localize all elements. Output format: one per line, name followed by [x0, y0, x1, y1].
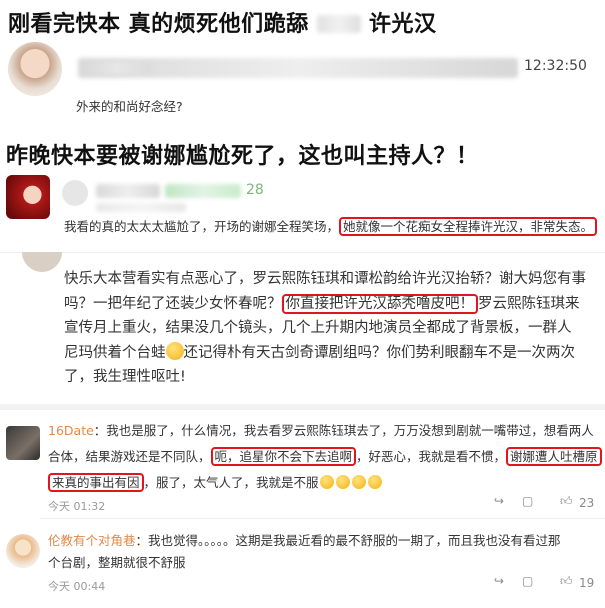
- blurred-name: [316, 15, 361, 33]
- thumbs-up-icon[interactable]: 👍︎: [560, 494, 573, 509]
- post-line: 宣传月上重火，结果没几个镜头，几个上升期内地演员全都成了背景板，一群人: [64, 320, 572, 336]
- highlight-box: 谢娜遭人吐槽原: [506, 447, 602, 466]
- thumbs-up-icon[interactable]: 👍︎: [560, 574, 573, 589]
- post-line: 尼玛供着个台蛙 还记得朴有天古剑奇谭剧组吗？你们势利眼翻车不是一次两次: [64, 341, 600, 366]
- comment-1-body: 16Date：我也是服了，什么情况，我去看罗云熙陈钰琪去了，万万没想到剧就一嘴带…: [48, 420, 602, 494]
- emoji-icon: [367, 475, 382, 489]
- emoji-icon: [335, 475, 350, 489]
- reply-icon[interactable]: ▢: [522, 494, 533, 508]
- post-line: 吗？一把年纪了还装少女怀春呢？ 你直接把许光汉舔秃噜皮吧！ 罗云熙陈钰琪来: [64, 293, 580, 314]
- username-link[interactable]: 伦教有个对角巷: [48, 533, 136, 548]
- comment-line: 合体，结果游戏还是不同队， 呃，追星你不会下去追啊 ，好恶心，我就是看不惯， 谢娜遭人…: [48, 446, 602, 468]
- emoji-icon: [351, 475, 366, 489]
- emoji-icon: [319, 475, 334, 489]
- avatar[interactable]: [22, 252, 62, 272]
- timestamp: 12:32:50: [524, 58, 587, 74]
- post-body: 快乐大本营看实有点恶心了，罗云熙陈钰琪和谭松韵给许光汉抬轿？谢大妈您有事 吗？一…: [64, 267, 600, 390]
- divider: [0, 252, 605, 253]
- blurred-meta: [82, 62, 152, 74]
- share-icon[interactable]: ↪: [494, 494, 504, 508]
- comment-2-text: 我看的真的太太太尴尬了，开场的谢娜全程笑场，: [64, 219, 340, 234]
- comment-2-body: 伦教有个对角巷：我也觉得。。。。。这期是我最近看的最不舒服的一期了，而且我也没有…: [48, 530, 600, 574]
- headline-2: 昨晚快本要被谢娜尴尬死了，这也叫主持人？！: [6, 144, 479, 169]
- headline-1-part2: 许光汉: [369, 12, 437, 37]
- comment-line: 来真的事出有因 ，服了，太气人了，我就是不服: [48, 472, 600, 494]
- avatar[interactable]: [6, 175, 50, 219]
- blurred-tag: [165, 184, 241, 198]
- like-count: 23: [579, 496, 595, 510]
- avatar[interactable]: [62, 180, 88, 206]
- count-label: 28: [246, 182, 264, 198]
- like-count: 19: [579, 576, 595, 590]
- emoji-icon: [165, 341, 184, 360]
- highlight-box: 你直接把许光汉舔秃噜皮吧！: [281, 293, 478, 314]
- headline-1-part1: 刚看完快本 真的烦死他们跪舔: [8, 12, 309, 37]
- headline-1: 刚看完快本 真的烦死他们跪舔 许光汉: [8, 6, 437, 38]
- post-line: 了，我生理性呕吐!: [64, 369, 186, 385]
- comment-1: 外来的和尚好念经?: [76, 99, 183, 114]
- comment-line: 伦教有个对角巷：我也觉得。。。。。这期是我最近看的最不舒服的一期了，而且我也没有…: [48, 533, 561, 548]
- post-line: 快乐大本营看实有点恶心了，罗云熙陈钰琪和谭松韵给许光汉抬轿？谢大妈您有事: [64, 271, 586, 287]
- comment-time: 今天 00:44: [48, 580, 106, 593]
- divider: [40, 518, 605, 519]
- reply-icon[interactable]: ▢: [522, 574, 533, 588]
- highlight-box: 来真的事出有因: [48, 473, 144, 492]
- username-link[interactable]: 16Date: [48, 423, 94, 438]
- comment-2: 我看的真的太太太尴尬了，开场的谢娜全程笑场， 她就像一个花痴女全程捧许光汉，非常失…: [64, 216, 598, 238]
- highlight-box: 她就像一个花痴女全程捧许光汉，非常失态。: [339, 217, 598, 236]
- divider: [0, 404, 605, 410]
- comment-line: 16Date：我也是服了，什么情况，我去看罗云熙陈钰琪去了，万万没想到剧就一嘴带…: [48, 423, 594, 438]
- avatar[interactable]: [6, 426, 40, 460]
- share-icon[interactable]: ↪: [494, 574, 504, 588]
- avatar[interactable]: [6, 534, 40, 568]
- blurred-username: [96, 184, 160, 198]
- highlight-box: 呃，追星你不会下去追啊: [210, 447, 357, 466]
- comment-time: 今天 01:32: [48, 500, 106, 513]
- avatar[interactable]: [8, 42, 62, 96]
- comment-line: 个台剧，整期就很不舒服: [48, 555, 186, 570]
- blurred-bar: [96, 203, 186, 212]
